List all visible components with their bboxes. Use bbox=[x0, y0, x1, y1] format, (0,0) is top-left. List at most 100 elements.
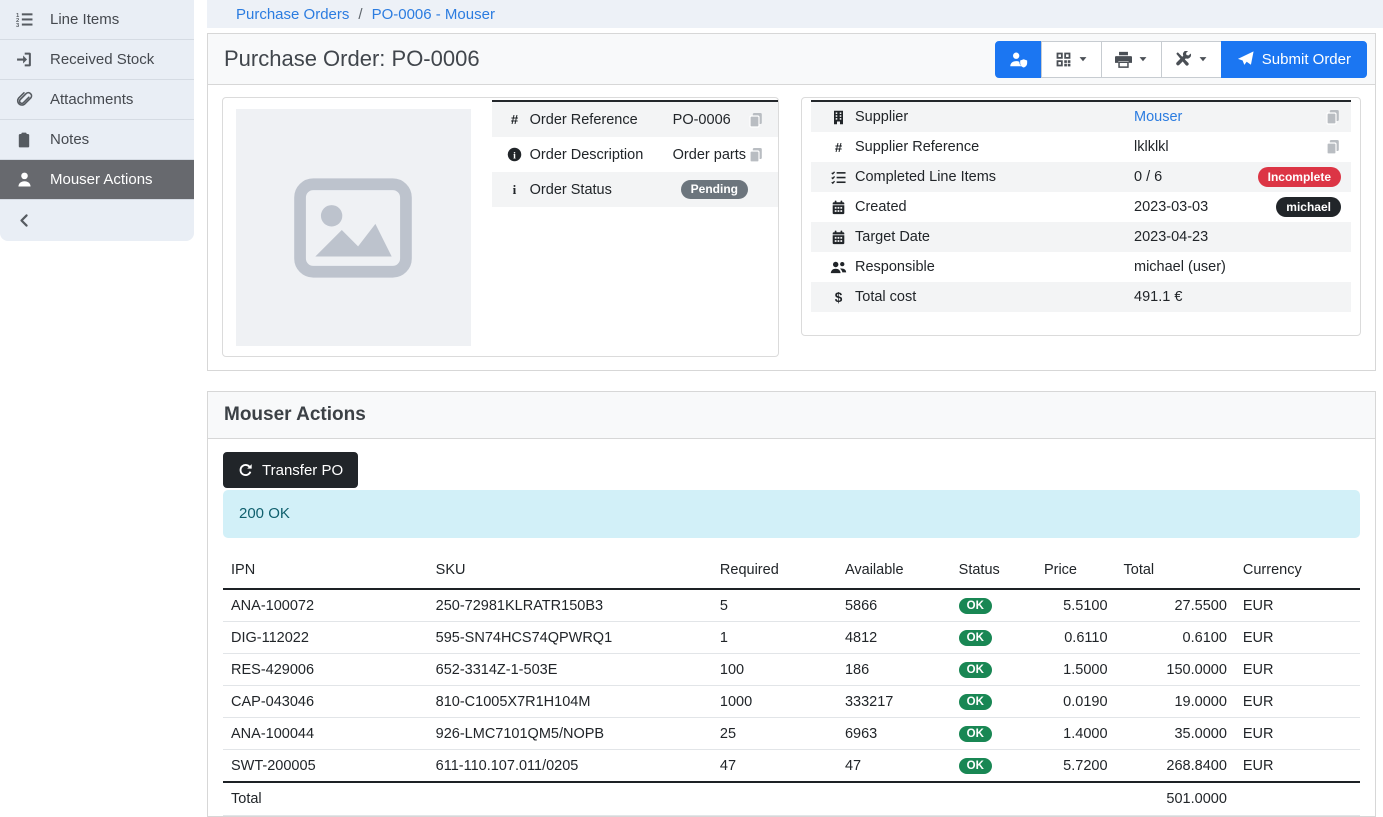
sku-cell: 926-LMC7101QM5/NOPB bbox=[428, 718, 712, 750]
column-header: IPN bbox=[223, 553, 428, 589]
detail-label: Supplier bbox=[855, 109, 1134, 125]
copy-icon[interactable] bbox=[1325, 109, 1341, 125]
info-icon: i bbox=[500, 182, 530, 197]
status-cell: OK bbox=[951, 622, 1036, 654]
ipn-cell: ANA-100072 bbox=[223, 589, 428, 622]
detail-label: Order Status bbox=[530, 182, 673, 198]
column-header: SKU bbox=[428, 553, 712, 589]
status-ok-badge: OK bbox=[959, 694, 992, 710]
dollar-icon: $ bbox=[821, 290, 855, 305]
currency-cell: EUR bbox=[1235, 686, 1360, 718]
caret-down-icon bbox=[1198, 54, 1208, 64]
detail-row: Responsible michael (user) bbox=[811, 252, 1351, 282]
currency-cell: EUR bbox=[1235, 750, 1360, 783]
order-image-placeholder[interactable] bbox=[236, 109, 471, 346]
toolbar: Submit Order bbox=[995, 41, 1367, 78]
hashtag-icon: # bbox=[821, 140, 855, 155]
hashtag-icon: # bbox=[500, 112, 530, 127]
status-ok-badge: OK bbox=[959, 598, 992, 614]
breadcrumb-link-current[interactable]: PO-0006 - Mouser bbox=[372, 6, 495, 23]
detail-label: Target Date bbox=[855, 229, 1134, 245]
user-icon bbox=[13, 171, 35, 188]
detail-label: Supplier Reference bbox=[855, 139, 1134, 155]
refresh-icon bbox=[238, 463, 253, 478]
sku-cell: 652-3314Z-1-503E bbox=[428, 654, 712, 686]
building-icon bbox=[821, 110, 855, 125]
available-cell: 6963 bbox=[837, 718, 951, 750]
status-ok-badge: OK bbox=[959, 662, 992, 678]
required-cell: 1000 bbox=[712, 686, 837, 718]
table-row: ANA-100072 250-72981KLRATR150B3 5 5866 O… bbox=[223, 589, 1360, 622]
sku-cell: 250-72981KLRATR150B3 bbox=[428, 589, 712, 622]
copy-icon[interactable] bbox=[1325, 139, 1341, 155]
detail-label: Created bbox=[855, 199, 1134, 215]
qrcode-icon bbox=[1055, 51, 1072, 68]
status-ok-badge: OK bbox=[959, 758, 992, 774]
panel-header: Purchase Order: PO-0006 bbox=[208, 34, 1375, 85]
price-cell: 1.4000 bbox=[1036, 718, 1116, 750]
supplier-details-card: Supplier Mouser # bbox=[801, 97, 1361, 336]
sidebar-item[interactable]: Mouser Actions bbox=[0, 160, 194, 200]
detail-value: PO-0006 bbox=[673, 112, 748, 128]
table-row: ANA-100044 926-LMC7101QM5/NOPB 25 6963 O… bbox=[223, 718, 1360, 750]
sidebar-collapse-button[interactable] bbox=[0, 200, 194, 241]
status-cell: OK bbox=[951, 589, 1036, 622]
admin-button[interactable] bbox=[995, 41, 1042, 78]
total-cell: 35.0000 bbox=[1116, 718, 1235, 750]
column-header: Total bbox=[1116, 553, 1235, 589]
detail-value: michael (user) bbox=[1134, 259, 1341, 275]
detail-row: $ Total cost 491.1 € bbox=[811, 282, 1351, 312]
sidebar-item-label: Mouser Actions bbox=[50, 171, 153, 188]
status-ok-badge: OK bbox=[959, 726, 992, 742]
order-actions-dropdown[interactable] bbox=[1161, 41, 1222, 78]
supplier-details-table: Supplier Mouser # bbox=[811, 100, 1351, 334]
transfer-po-button[interactable]: Transfer PO bbox=[223, 452, 358, 488]
table-row: DIG-112022 595-SN74HCS74QPWRQ1 1 4812 OK… bbox=[223, 622, 1360, 654]
column-header: Required bbox=[712, 553, 837, 589]
sidebar: 123 Line Items Received Stock Attachment… bbox=[0, 0, 194, 241]
column-header: Status bbox=[951, 553, 1036, 589]
ipn-cell: SWT-200005 bbox=[223, 750, 428, 783]
footer-label: Total bbox=[223, 782, 428, 816]
detail-row: Supplier Mouser bbox=[811, 102, 1351, 132]
chevron-left-icon bbox=[13, 213, 35, 228]
caret-down-icon bbox=[1138, 54, 1148, 64]
user-shield-icon bbox=[1009, 51, 1028, 68]
list-ol-icon: 123 bbox=[13, 11, 35, 28]
copy-icon[interactable] bbox=[748, 112, 772, 128]
print-actions-dropdown[interactable] bbox=[1101, 41, 1162, 78]
detail-row: Completed Line Items 0 / 6 Incomplete bbox=[811, 162, 1351, 192]
detail-label: Completed Line Items bbox=[855, 169, 1134, 185]
sku-cell: 611-110.107.011/0205 bbox=[428, 750, 712, 783]
submit-order-label: Submit Order bbox=[1262, 51, 1351, 68]
sidebar-item[interactable]: 123 Line Items bbox=[0, 0, 194, 40]
sidebar-item[interactable]: Notes bbox=[0, 120, 194, 160]
status-ok-badge: OK bbox=[959, 630, 992, 646]
status-badge: michael bbox=[1276, 197, 1341, 216]
detail-value: 0 / 6 bbox=[1134, 169, 1258, 185]
sidebar-item-label: Line Items bbox=[50, 11, 119, 28]
copy-icon[interactable] bbox=[748, 147, 772, 163]
sidebar-item[interactable]: Attachments bbox=[0, 80, 194, 120]
detail-value: Mouser bbox=[1134, 109, 1325, 125]
list-check-icon bbox=[821, 170, 855, 185]
sidebar-item[interactable]: Received Stock bbox=[0, 40, 194, 80]
required-cell: 100 bbox=[712, 654, 837, 686]
breadcrumb-link-purchase-orders[interactable]: Purchase Orders bbox=[236, 6, 349, 23]
users-icon bbox=[821, 260, 855, 275]
response-alert: 200 OK bbox=[223, 490, 1360, 538]
clipboard-icon bbox=[13, 132, 35, 148]
submit-order-button[interactable]: Submit Order bbox=[1221, 41, 1367, 78]
purchase-order-panel: Purchase Order: PO-0006 bbox=[207, 33, 1376, 371]
svg-text:#: # bbox=[834, 140, 842, 155]
svg-text:$: $ bbox=[834, 290, 842, 305]
required-cell: 47 bbox=[712, 750, 837, 783]
total-cell: 27.5500 bbox=[1116, 589, 1235, 622]
sidebar-item-label: Notes bbox=[50, 131, 89, 148]
barcode-actions-dropdown[interactable] bbox=[1041, 41, 1102, 78]
column-header: Price bbox=[1036, 553, 1116, 589]
svg-text:#: # bbox=[511, 112, 519, 127]
column-header: Available bbox=[837, 553, 951, 589]
available-cell: 4812 bbox=[837, 622, 951, 654]
page-title: Purchase Order: PO-0006 bbox=[224, 46, 480, 72]
